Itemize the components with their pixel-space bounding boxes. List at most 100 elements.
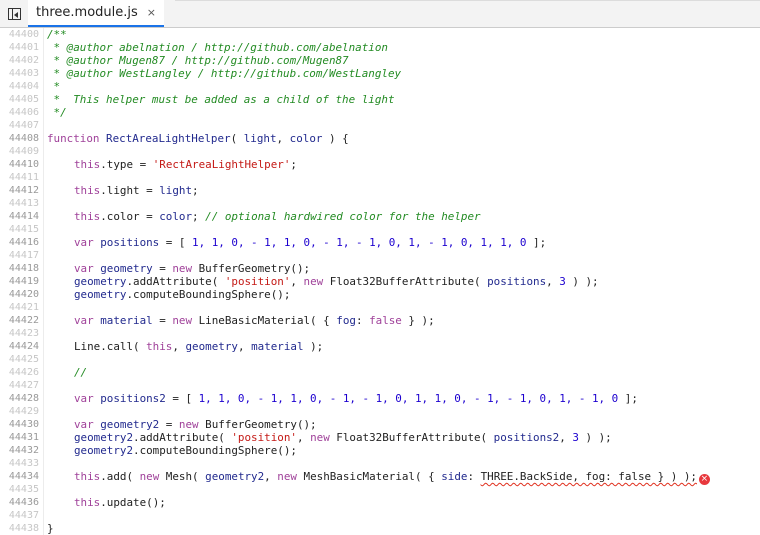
punct: = [ bbox=[159, 236, 193, 249]
comment: * @author WestLangley / http://github.co… bbox=[47, 67, 402, 80]
punct: = bbox=[152, 314, 173, 327]
punct: : bbox=[355, 314, 370, 327]
string: 'RectAreaLightHelper' bbox=[152, 158, 291, 171]
punct: , bbox=[264, 470, 278, 483]
code-line[interactable]: 44405 * This helper must be added as a c… bbox=[0, 93, 760, 106]
comment: * This helper must be added as a child o… bbox=[47, 93, 395, 106]
code-line[interactable]: 44412 this.light = light; bbox=[0, 184, 760, 197]
close-icon[interactable]: × bbox=[147, 6, 156, 19]
variable: light bbox=[159, 184, 193, 197]
code-line[interactable]: 44404 * bbox=[0, 80, 760, 93]
variable: geometry2 bbox=[93, 418, 160, 431]
code-line[interactable]: 44411 bbox=[0, 171, 760, 184]
code-line[interactable]: 44433 bbox=[0, 457, 760, 470]
code-line[interactable]: 44416 var positions = [ 1, 1, 0, - 1, 1, … bbox=[0, 236, 760, 249]
code-line[interactable]: 44408 function RectAreaLightHelper( light… bbox=[0, 132, 760, 145]
code-fragment: Float32BufferAttribute( bbox=[329, 431, 494, 444]
code-line[interactable]: 44401 * @author abelnation / http://gith… bbox=[0, 41, 760, 54]
code-line[interactable]: 44410 this.type = 'RectAreaLightHelper'; bbox=[0, 158, 760, 171]
line-number: 44417 bbox=[8, 250, 39, 261]
code-line[interactable]: 44424 Line.call( this, geometry, material… bbox=[0, 340, 760, 353]
code-line[interactable]: 44423 bbox=[0, 327, 760, 340]
line-number: 44419 bbox=[8, 276, 39, 287]
line-number: 44436 bbox=[8, 497, 39, 508]
variable: positions bbox=[93, 236, 160, 249]
code-line[interactable]: 44436 this.update(); bbox=[0, 496, 760, 509]
code-text: var geometry2 = new BufferGeometry(); bbox=[74, 418, 317, 431]
code-line[interactable]: 44403 * @author WestLangley / http://git… bbox=[0, 67, 760, 80]
line-number: 44427 bbox=[8, 380, 39, 391]
code-fragment: .computeBoundingSphere(); bbox=[133, 444, 297, 457]
code-line[interactable]: 44437 bbox=[0, 509, 760, 522]
line-number: 44435 bbox=[8, 484, 39, 495]
punct: } ); bbox=[401, 314, 435, 327]
tab-bar-border bbox=[175, 0, 760, 1]
punct: ); bbox=[303, 340, 324, 353]
code-fragment: .add( bbox=[100, 470, 140, 483]
line-number: 44422 bbox=[8, 315, 39, 326]
toggle-navigator-icon[interactable] bbox=[8, 8, 21, 20]
line-number: 44438 bbox=[8, 523, 39, 534]
code-fragment: Float32BufferAttribute( bbox=[323, 275, 488, 288]
code-editor[interactable]: 44400 /** 44401 * @author abelnation / ht… bbox=[0, 28, 760, 535]
code-line[interactable]: 44432 geometry2.computeBoundingSphere(); bbox=[0, 444, 760, 457]
code-fragment: LineBasicMaterial( { bbox=[192, 314, 337, 327]
code-line[interactable]: 44430 var geometry2 = new BufferGeometry(… bbox=[0, 418, 760, 431]
keyword: new bbox=[172, 314, 193, 327]
line-number: 44414 bbox=[8, 211, 39, 222]
punct: = [ bbox=[165, 392, 199, 405]
line-number: 44425 bbox=[8, 354, 39, 365]
keyword: this bbox=[74, 470, 101, 483]
code-line[interactable]: 44429 bbox=[0, 405, 760, 418]
variable: positions2 bbox=[93, 392, 166, 405]
line-number: 44424 bbox=[8, 341, 39, 352]
line-number: 44412 bbox=[8, 185, 39, 196]
code-text: var material = new LineBasicMaterial( { … bbox=[74, 314, 435, 327]
code-line[interactable]: 44426 // bbox=[0, 366, 760, 379]
line-number: 44410 bbox=[8, 159, 39, 170]
code-line[interactable]: 44406 */ bbox=[0, 106, 760, 119]
keyword: new bbox=[303, 275, 324, 288]
code-line[interactable]: 44425 bbox=[0, 353, 760, 366]
code-line[interactable]: 44407 bbox=[0, 119, 760, 132]
line-number: 44406 bbox=[8, 107, 39, 118]
keyword: this bbox=[74, 184, 101, 197]
code-line[interactable]: 44422 var material = new LineBasicMateria… bbox=[0, 314, 760, 327]
variable: geometry2 bbox=[74, 444, 134, 457]
line-number: 44428 bbox=[8, 393, 39, 404]
code-line[interactable]: 44428 var positions2 = [ 1, 1, 0, - 1, 1,… bbox=[0, 392, 760, 405]
code-line[interactable]: 44427 bbox=[0, 379, 760, 392]
line-number: 44420 bbox=[8, 289, 39, 300]
keyword: var bbox=[74, 392, 94, 405]
code-line[interactable]: 44414 this.color = color; // optional har… bbox=[0, 210, 760, 223]
code-line[interactable]: 44431 geometry2.addAttribute( 'position',… bbox=[0, 431, 760, 444]
comment: * bbox=[47, 80, 61, 93]
line-number: 44416 bbox=[8, 237, 39, 248]
code-line[interactable]: 44413 bbox=[0, 197, 760, 210]
function-name: RectAreaLightHelper bbox=[99, 132, 231, 145]
punct: , bbox=[237, 340, 252, 353]
variable: geometry bbox=[74, 275, 127, 288]
code-line[interactable]: 44421 bbox=[0, 301, 760, 314]
punct: , bbox=[296, 431, 311, 444]
code-line[interactable]: 44435 bbox=[0, 483, 760, 496]
variable: geometry2 bbox=[205, 470, 265, 483]
code-line[interactable]: 44400 /** bbox=[0, 28, 760, 41]
variable: positions2 bbox=[493, 431, 560, 444]
code-line[interactable]: 44402 * @author Mugen87 / http://github.… bbox=[0, 54, 760, 67]
code-line[interactable]: 44438} bbox=[0, 522, 760, 535]
code-line[interactable]: 44409 bbox=[0, 145, 760, 158]
tab-three-module[interactable]: three.module.js × bbox=[28, 0, 164, 27]
code-line[interactable]: 44434 this.add( new Mesh( geometry2, new … bbox=[0, 470, 760, 485]
property: side bbox=[441, 470, 468, 483]
code-text: this.type = 'RectAreaLightHelper'; bbox=[74, 158, 297, 171]
code-text: var positions = [ 1, 1, 0, - 1, 1, 0, - … bbox=[74, 236, 546, 249]
line-number: 44400 bbox=[8, 29, 39, 40]
code-line[interactable]: 44417 bbox=[0, 249, 760, 262]
code-line[interactable]: 44415 bbox=[0, 223, 760, 236]
comment: * @author abelnation / http://github.com… bbox=[47, 41, 388, 54]
punct: ) ); bbox=[565, 275, 599, 288]
code-line[interactable]: 44418 var geometry = new BufferGeometry()… bbox=[0, 262, 760, 275]
code-line[interactable]: 44420 geometry.computeBoundingSphere(); bbox=[0, 288, 760, 301]
code-line[interactable]: 44419 geometry.addAttribute( 'position', … bbox=[0, 275, 760, 288]
